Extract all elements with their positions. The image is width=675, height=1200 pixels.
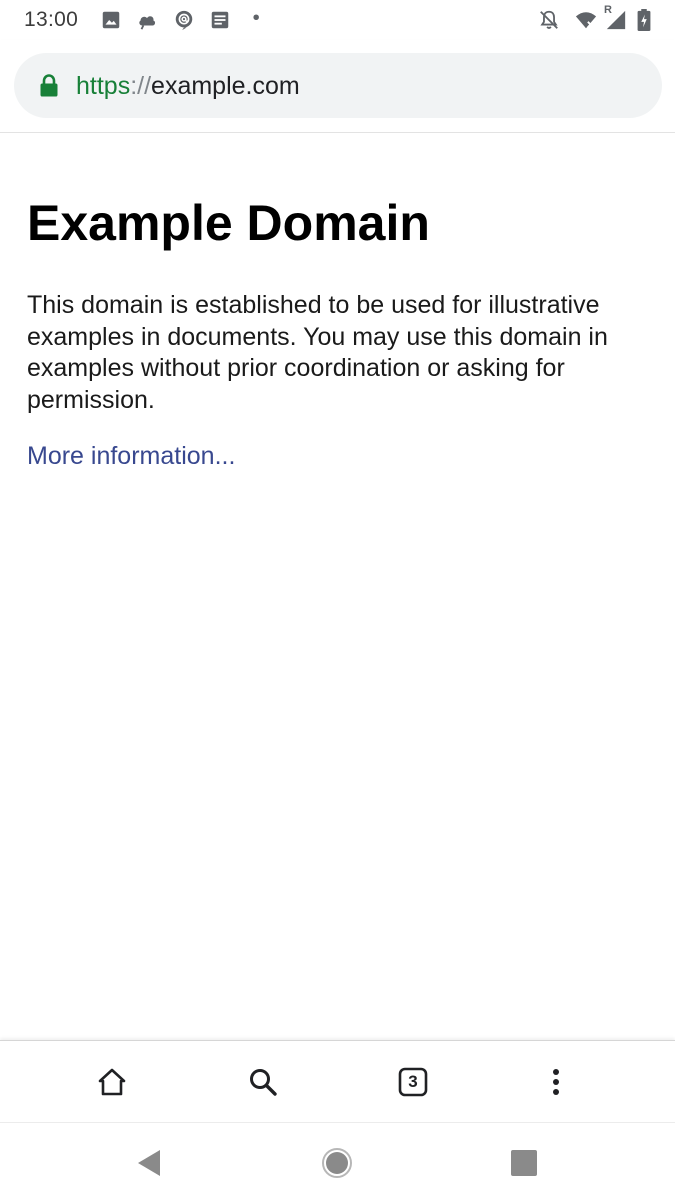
document-icon (209, 9, 231, 31)
page-body-text: This domain is established to be used fo… (27, 291, 608, 414)
battery-charging-icon (636, 9, 652, 31)
home-icon[interactable] (92, 1062, 132, 1102)
url-separator: :// (130, 72, 152, 100)
status-bar: 13:00 R (0, 0, 675, 40)
image-icon (100, 9, 122, 31)
url-host: example.com (151, 72, 300, 100)
at-sign-icon (173, 9, 195, 31)
web-page-content: Example Domain This domain is establishe… (0, 133, 675, 1040)
url-scheme: https (76, 72, 131, 100)
page-title: Example Domain (27, 195, 430, 251)
signal-icon (605, 9, 627, 31)
tab-switcher-button[interactable]: 3 (393, 1062, 433, 1102)
home-circle-icon[interactable] (317, 1143, 357, 1183)
more-vertical-icon[interactable] (536, 1062, 576, 1102)
recents-icon[interactable] (504, 1143, 544, 1183)
browser-screen: 13:00 R https://example.com Example Doma… (0, 0, 675, 1200)
search-icon[interactable] (243, 1062, 283, 1102)
clock: 13:00 (24, 8, 79, 31)
back-icon[interactable] (128, 1143, 168, 1183)
lock-icon[interactable] (39, 74, 59, 97)
more-information-link[interactable]: More information... (27, 441, 235, 472)
wifi-icon (575, 9, 597, 31)
system-navigation-bar (0, 1122, 675, 1200)
bottom-toolbar: 3 (0, 1040, 675, 1123)
bell-off-icon (538, 9, 560, 31)
tab-count: 3 (408, 1072, 418, 1091)
browser-toolbar: https://example.com (0, 40, 675, 133)
dot-icon (247, 9, 269, 31)
address-bar[interactable]: https://example.com (14, 53, 662, 118)
cloud-icon (136, 9, 158, 31)
url-text[interactable]: https://example.com (76, 71, 300, 101)
